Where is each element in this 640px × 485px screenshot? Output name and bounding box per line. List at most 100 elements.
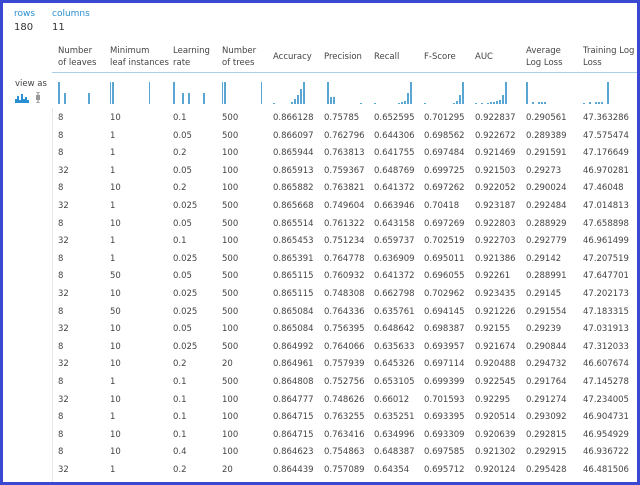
histogram-bar xyxy=(182,93,184,104)
table-row[interactable]: 8 1 0.025 500 0.865391 0.764778 0.636909 0.6950… xyxy=(3,254,637,271)
histogram-bar xyxy=(493,101,495,104)
table-cell: 0.921226 xyxy=(475,306,516,317)
histogram-bar xyxy=(541,102,543,104)
histogram-bar xyxy=(459,95,461,104)
table-cell: 0.764336 xyxy=(324,306,365,317)
table-cell: 0.920488 xyxy=(475,359,516,370)
table-cell: 0.922703 xyxy=(475,236,516,247)
column-histogram[interactable] xyxy=(273,80,313,104)
histogram-bar xyxy=(601,102,603,104)
table-cell: 0.695712 xyxy=(424,465,465,475)
histogram-bar xyxy=(538,102,540,104)
table-cell: 1 xyxy=(110,377,116,387)
column-header[interactable]: Precision xyxy=(324,51,362,63)
table-cell: 0.1 xyxy=(173,394,187,405)
table-cell: 1 xyxy=(110,165,116,176)
table-row[interactable]: 8 10 0.05 500 0.865514 0.761322 0.643158 0.6972… xyxy=(3,219,637,236)
table-row[interactable]: 32 10 0.05 100 0.865084 0.756395 0.648642 0.698… xyxy=(3,324,637,341)
column-histogram[interactable] xyxy=(173,80,213,104)
column-header[interactable]: F-Score xyxy=(424,51,456,63)
histogram-bar xyxy=(595,102,597,104)
table-row[interactable]: 8 1 0.1 100 0.864715 0.763255 0.635251 0.693395… xyxy=(3,412,637,429)
histogram-icon[interactable] xyxy=(15,94,29,103)
table-cell: 0.865668 xyxy=(273,201,314,211)
table-cell: 0.921674 xyxy=(475,341,516,352)
table-row[interactable]: 8 10 0.2 100 0.865882 0.763821 0.641372 0.69726… xyxy=(3,183,637,200)
table-row[interactable]: 32 10 0.025 500 0.865115 0.748308 0.662798 0.70… xyxy=(3,289,637,306)
column-header[interactable]: Accuracy xyxy=(273,51,312,63)
table-cell: 0.865944 xyxy=(273,148,314,159)
table-row[interactable]: 8 10 0.4 100 0.864623 0.754863 0.648387 0.69758… xyxy=(3,447,637,464)
table-cell: 0.2 xyxy=(173,359,187,370)
table-cell: 100 xyxy=(222,324,239,335)
table-cell: 0.291764 xyxy=(526,377,567,387)
histogram-bar xyxy=(88,93,90,104)
table-cell: 0.699725 xyxy=(424,165,465,176)
histogram-bar xyxy=(112,82,114,104)
column-histogram[interactable] xyxy=(58,80,98,104)
table-cell: 0.921503 xyxy=(475,165,516,176)
table-row[interactable]: 32 10 0.2 20 0.864961 0.757939 0.645326 0.69711… xyxy=(3,359,637,376)
table-cell: 0.922803 xyxy=(475,218,516,229)
column-header[interactable]: Learning rate xyxy=(173,45,210,69)
column-histogram[interactable] xyxy=(526,80,566,104)
table-cell: 100 xyxy=(222,394,239,405)
histogram-bar xyxy=(110,82,112,104)
histogram-bar xyxy=(360,102,362,104)
table-cell: 8 xyxy=(58,429,64,440)
table-cell: 50 xyxy=(110,271,121,282)
table-cell: 47.312033 xyxy=(583,341,629,352)
boxplot-icon[interactable] xyxy=(35,92,41,103)
histogram-bar xyxy=(327,82,329,104)
table-cell: 500 xyxy=(222,377,239,387)
table-cell: 0.748308 xyxy=(324,289,365,299)
column-header[interactable]: Average Log Loss xyxy=(526,45,563,69)
column-histogram[interactable] xyxy=(374,80,414,104)
table-cell: 0.290844 xyxy=(526,341,567,352)
table-row[interactable]: 8 1 0.2 100 0.865944 0.763813 0.641755 0.697484… xyxy=(3,148,637,165)
column-header[interactable]: AUC xyxy=(475,51,493,63)
table-row[interactable]: 32 1 0.2 20 0.864439 0.757089 0.64354 0.695712 0… xyxy=(3,465,637,482)
table-cell: 0.696055 xyxy=(424,271,465,282)
table-row[interactable]: 8 10 0.025 500 0.864992 0.764066 0.635633 0.693… xyxy=(3,342,637,359)
table-row[interactable]: 8 10 0.1 500 0.866128 0.75785 0.652595 0.701295… xyxy=(3,113,637,130)
histogram-bar xyxy=(490,102,492,104)
table-cell: 500 xyxy=(222,341,239,352)
table-cell: 47.202173 xyxy=(583,289,629,299)
table-cell: 0.644306 xyxy=(374,130,415,141)
histogram-bar xyxy=(58,82,60,104)
table-row[interactable]: 8 50 0.025 500 0.865084 0.764336 0.635761 0.694… xyxy=(3,307,637,324)
table-cell: 8 xyxy=(58,447,64,458)
table-row[interactable]: 32 1 0.025 500 0.865668 0.749604 0.663946 0.704… xyxy=(3,201,637,218)
table-cell: 0.757089 xyxy=(324,465,365,475)
table-row[interactable]: 8 10 0.1 100 0.864715 0.763416 0.634996 0.69330… xyxy=(3,430,637,447)
column-histogram[interactable] xyxy=(583,80,623,104)
table-cell: 0.92155 xyxy=(475,324,511,335)
column-histogram[interactable] xyxy=(324,80,364,104)
table-cell: 46.481506 xyxy=(583,465,629,475)
column-histogram[interactable] xyxy=(110,80,150,104)
column-histogram[interactable] xyxy=(475,80,515,104)
column-histogram[interactable] xyxy=(222,80,263,104)
column-histogram[interactable] xyxy=(424,80,464,104)
column-header[interactable]: Number of trees xyxy=(222,45,256,69)
column-header[interactable]: Minimum leaf instances xyxy=(110,45,169,69)
table-row[interactable]: 8 1 0.05 500 0.866097 0.762796 0.644306 0.69856… xyxy=(3,131,637,148)
histogram-bar xyxy=(607,82,609,104)
table-cell: 47.575474 xyxy=(583,130,629,141)
table-row[interactable]: 8 1 0.1 500 0.864808 0.752756 0.653105 0.699399… xyxy=(3,377,637,394)
table-cell: 0.05 xyxy=(173,165,192,176)
table-row[interactable]: 32 1 0.05 100 0.865913 0.759367 0.648769 0.6997… xyxy=(3,166,637,183)
column-header[interactable]: Recall xyxy=(374,51,399,63)
table-row[interactable]: 8 50 0.05 500 0.865115 0.760932 0.641372 0.6960… xyxy=(3,271,637,288)
table-cell: 0.1 xyxy=(173,429,187,440)
table-cell: 0.752756 xyxy=(324,377,365,387)
histogram-bar xyxy=(496,100,498,104)
table-row[interactable]: 32 1 0.1 100 0.865453 0.751234 0.659737 0.70251… xyxy=(3,236,637,253)
table-cell: 0.697585 xyxy=(424,447,465,458)
table-row[interactable]: 32 10 0.1 100 0.864777 0.748626 0.66012 0.70159… xyxy=(3,395,637,412)
column-header[interactable]: Number of leaves xyxy=(58,45,96,69)
table-cell: 8 xyxy=(58,306,64,317)
column-header[interactable]: Training Log Loss xyxy=(583,45,634,69)
table-cell: 32 xyxy=(58,236,69,247)
